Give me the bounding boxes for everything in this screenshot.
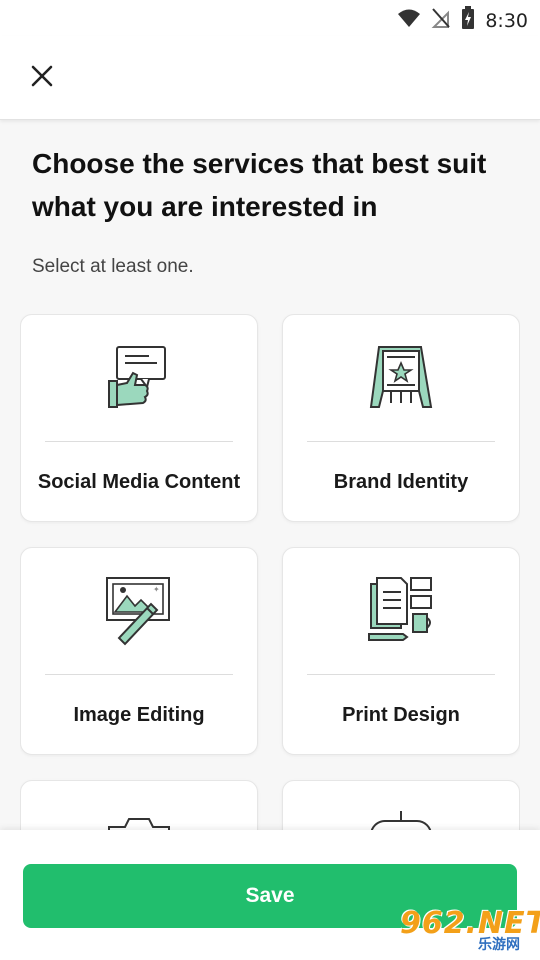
page-subtitle: Select at least one. xyxy=(32,256,194,277)
service-card-label: Brand Identity xyxy=(333,470,469,493)
service-card-photography[interactable] xyxy=(20,780,258,834)
service-card-brand-identity[interactable]: Brand Identity xyxy=(282,314,520,522)
service-card-label: Image Editing xyxy=(73,703,205,726)
watermark-logo: 962.NET 乐游网 xyxy=(400,906,540,956)
page-title: Choose the services that best suit what … xyxy=(32,148,487,222)
top-bar xyxy=(0,36,540,120)
battery-charging-icon xyxy=(461,6,475,35)
watermark-sub: 乐游网 xyxy=(478,936,520,952)
social-media-icon xyxy=(21,341,257,413)
close-button[interactable] xyxy=(26,62,58,94)
print-design-icon xyxy=(283,574,519,646)
service-card-print-design[interactable]: Print Design xyxy=(282,547,520,755)
services-grid: Social Media Content Brand Identity ✦ Im… xyxy=(20,314,520,834)
svg-text:✦: ✦ xyxy=(153,585,160,594)
service-card-label: Social Media Content xyxy=(37,470,241,493)
service-card-social-media[interactable]: Social Media Content xyxy=(20,314,258,522)
status-bar: 8:30 xyxy=(0,0,540,36)
wifi-icon xyxy=(397,8,421,33)
brand-identity-icon xyxy=(283,341,519,413)
close-icon xyxy=(30,64,54,93)
image-editing-icon: ✦ xyxy=(21,574,257,646)
status-time: 8:30 xyxy=(485,9,528,32)
status-icons: 8:30 xyxy=(397,6,528,35)
no-signal-icon xyxy=(431,7,451,34)
service-card-label: Print Design xyxy=(342,703,460,726)
service-card-gaming[interactable] xyxy=(282,780,520,834)
service-card-image-editing[interactable]: ✦ Image Editing xyxy=(20,547,258,755)
